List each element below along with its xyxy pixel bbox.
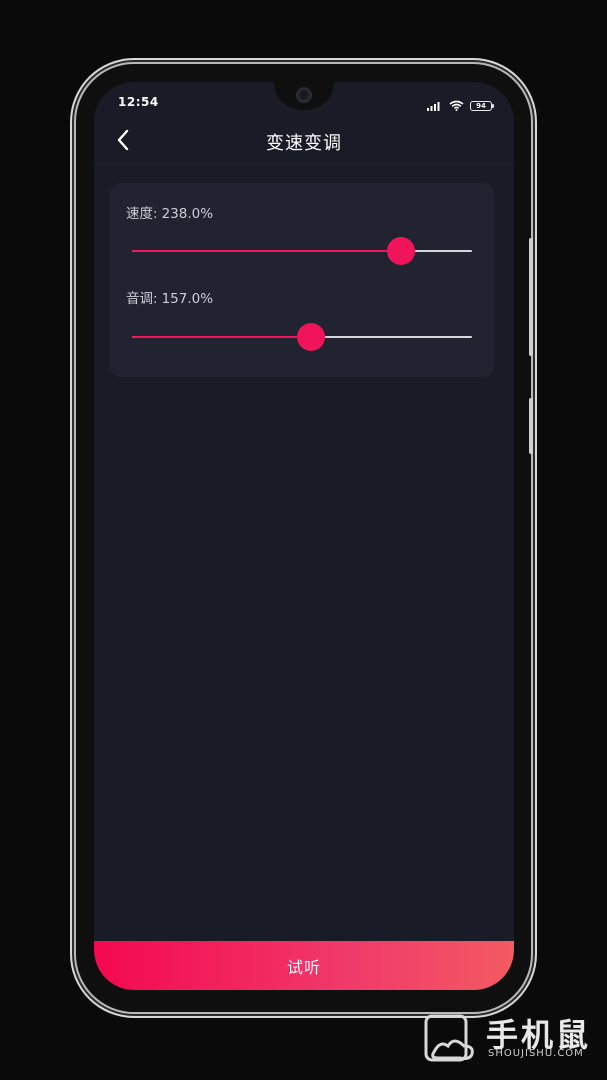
battery-level: 94 <box>476 101 486 110</box>
status-time: 12:54 <box>118 95 159 109</box>
watermark-logo <box>424 1014 474 1062</box>
status-bar: 12:54 94 <box>94 82 514 120</box>
header: 变速变调 <box>94 120 514 164</box>
watermark: 手机鼠 SHOUJISHU.COM <box>424 1008 594 1068</box>
speed-label: 速度 <box>126 206 153 222</box>
pitch-label: 音调 <box>126 291 153 307</box>
preview-button-label: 试听 <box>286 957 321 977</box>
wifi-icon <box>449 96 464 115</box>
settings-card: 速度: 238.0% 音调: 157.0% <box>110 183 494 377</box>
preview-button[interactable]: 试听 <box>94 941 514 990</box>
speed-label-row: 速度: 238.0% <box>126 202 213 222</box>
back-button[interactable] <box>109 126 137 154</box>
status-icons: 94 <box>427 96 494 115</box>
speed-slider-fill <box>132 250 401 252</box>
pitch-slider-thumb[interactable] <box>296 323 325 351</box>
page-title: 变速变调 <box>266 133 342 154</box>
pitch-slider[interactable] <box>132 323 472 351</box>
signal-icon <box>427 96 443 115</box>
battery-icon: 94 <box>470 100 494 111</box>
header-divider <box>94 164 514 165</box>
pitch-value: 157.0% <box>161 291 214 307</box>
volume-button <box>529 238 533 356</box>
chevron-left-icon <box>117 129 129 151</box>
pitch-slider-fill <box>132 336 311 338</box>
notch <box>274 82 334 110</box>
watermark-subtitle: SHOUJISHU.COM <box>488 1048 584 1059</box>
speed-value: 238.0% <box>161 206 214 222</box>
speed-separator: : <box>153 206 158 222</box>
pitch-label-row: 音调: 157.0% <box>126 287 213 307</box>
app-screen: 12:54 94 变速变调 速度: 238.0% 音调: 157.0% 试听 <box>94 82 514 990</box>
speed-slider[interactable] <box>132 237 472 265</box>
pitch-separator: : <box>153 291 158 307</box>
power-button <box>529 398 533 454</box>
camera-icon <box>296 87 312 103</box>
speed-slider-thumb[interactable] <box>386 237 415 265</box>
